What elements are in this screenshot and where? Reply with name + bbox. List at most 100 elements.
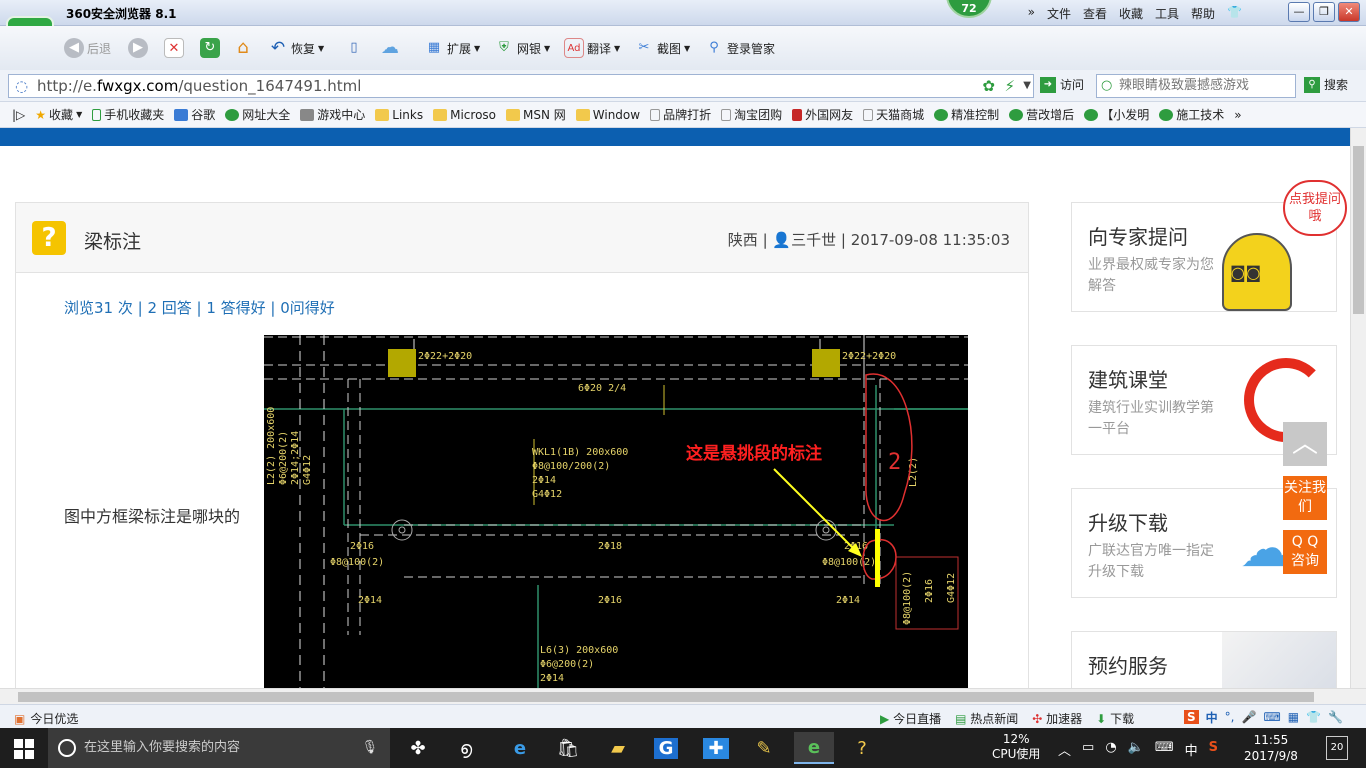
minimize-button[interactable]: — [1288,2,1310,22]
close-button[interactable]: ✕ [1338,2,1360,22]
taskbar-app-360browser[interactable]: e [794,732,834,764]
volume-icon[interactable]: 🔈 [1128,740,1144,759]
taskbar-app-fan[interactable]: ✤ [398,732,438,764]
refresh-button[interactable]: ↻ [200,36,220,60]
bookmark-folder[interactable]: MSN 网 [506,106,566,123]
skin-icon[interactable]: 👕 [1227,5,1242,22]
taskbar-app-swirl[interactable]: ൭ [446,732,486,764]
bookmark-item[interactable]: 游戏中心 [300,106,365,123]
bookmark-favorites[interactable]: ★ 收藏 ▼ [35,106,82,123]
security-score-badge[interactable]: 72 [946,0,992,18]
menu-tools[interactable]: 工具 [1155,5,1179,22]
taskbar-app-store[interactable]: 🛍 [548,732,588,764]
wrench-icon[interactable]: 🔧 [1328,710,1343,724]
bookmark-folder[interactable]: Links [375,108,423,122]
question-stats[interactable]: 浏览31 次 | 2 回答 | 1 答得好 | 0问得好 [64,297,335,318]
menu-file[interactable]: 文件 [1047,5,1071,22]
search-button[interactable]: ⚲ 搜索 [1304,76,1348,93]
system-clock[interactable]: 11:55 2017/9/8 [1244,732,1298,764]
taskbar-app-notes[interactable]: ✎ [744,732,784,764]
tray-expand-icon[interactable]: ︿ [1058,740,1071,759]
bookmark-folder[interactable]: Microso [433,108,496,122]
bookmarks-toggle-icon[interactable]: |▷ [12,108,25,122]
notification-center-button[interactable]: 20 [1326,736,1348,760]
microphone-icon[interactable]: 🎤 [1242,710,1257,724]
cad-label: Φ6@200(2) [278,431,289,485]
start-button[interactable] [14,739,34,759]
bookmark-item[interactable]: 【小发明 [1084,106,1149,123]
bookmark-item[interactable]: 天猫商城 [863,106,924,123]
microphone-icon[interactable]: 🎙 [361,728,378,768]
taskbar-app-glodon[interactable]: G [646,732,686,764]
menu-expand-icon[interactable]: » [1028,5,1035,22]
grid-icon[interactable]: ▦ [1288,710,1299,724]
menu-help[interactable]: 帮助 [1191,5,1215,22]
translate-button[interactable]: Ad 翻译 ▼ [564,36,620,60]
vertical-scroll-thumb[interactable] [1353,146,1364,314]
bookmark-folder[interactable]: Window [575,108,640,122]
horizontal-scroll-thumb[interactable] [18,692,1314,702]
url-dropdown-icon[interactable]: ▼ [1023,75,1031,97]
download-link[interactable]: ⬇ 下载 [1096,710,1134,727]
horizontal-scrollbar[interactable] [0,688,1366,704]
question-user[interactable]: 三千世 [791,231,836,249]
phone-button[interactable]: ▯ [344,36,364,60]
compatibility-icon[interactable]: ✿ [982,75,995,97]
keyboard-icon[interactable]: ⌨ [1155,740,1174,759]
bank-button[interactable]: ⛨ 网银 ▼ [494,36,550,60]
bookmark-item[interactable]: 网址大全 [225,106,290,123]
bookmark-item[interactable]: 手机收藏夹 [92,106,164,123]
bookmark-item[interactable]: 淘宝团购 [721,106,782,123]
cloud-button[interactable]: ☁ [380,36,400,60]
wifi-icon[interactable]: ◔ [1105,740,1116,759]
search-input[interactable]: ○ 辣眼睛极致震撼感游戏 [1096,74,1296,98]
accelerator-link[interactable]: ✣ 加速器 [1032,710,1082,727]
bookmark-item[interactable]: 营改增后 [1009,106,1074,123]
bookmarks-more-icon[interactable]: » [1234,108,1241,122]
taskbar-app-help[interactable]: ? [842,732,882,764]
bookmark-item[interactable]: 施工技术 [1159,106,1224,123]
shirt-icon[interactable]: 👕 [1306,710,1321,724]
keyboard-icon[interactable]: ⌨ [1263,710,1280,724]
punctuation-icon[interactable]: °, [1225,710,1235,724]
home-button[interactable]: ⌂ [233,36,253,60]
extend-button[interactable]: ▦ 扩展 ▼ [424,36,480,60]
back-button[interactable]: ◀ 后退 [64,36,111,60]
visit-button[interactable]: ➜ 访问 [1040,76,1084,93]
screenshot-button[interactable]: ✂ 截图 ▼ [634,36,691,60]
menu-favorites[interactable]: 收藏 [1119,5,1143,22]
hot-news-link[interactable]: ▤ 热点新闻 [955,710,1018,727]
appointment-card[interactable]: 预约服务 [1071,631,1337,688]
taskbar-app-plus[interactable]: ✚ [696,732,736,764]
stop-button[interactable]: ✕ [164,36,184,60]
speed-mode-icon[interactable]: ⚡ [1004,75,1015,97]
taskbar-search[interactable]: 在这里输入你要搜索的内容 🎙 [48,728,390,768]
follow-us-button[interactable]: 关注我们 [1283,476,1327,520]
ime-chinese-mode[interactable]: 中 [1206,709,1218,726]
bookmark-item[interactable]: 精准控制 [934,106,999,123]
qq-consult-button[interactable]: Q Q 咨询 [1283,530,1327,574]
today-live-link[interactable]: ▶ 今日直播 [880,710,941,727]
maximize-button[interactable]: ❐ [1313,2,1335,22]
url-input[interactable]: ◌ http://e.fwxgx.com/question_1647491.ht… [8,74,1034,98]
taskbar-app-explorer[interactable]: ▰ [598,732,638,764]
back-to-top-button[interactable]: ︿ [1283,422,1327,466]
today-picks[interactable]: ▣ 今日优选 [14,710,78,727]
forward-button[interactable]: ▶ [128,36,148,60]
battery-icon[interactable]: ▭ [1082,740,1094,759]
tray-ime[interactable]: 中 [1185,740,1198,759]
cpu-usage[interactable]: 12% CPU使用 [992,732,1040,762]
bookmark-item[interactable]: 外国网友 [792,106,853,123]
login-manager-button[interactable]: ⚲ 登录管家 [704,36,775,60]
question-card: ? 梁标注 陕西 | 👤三千世 | 2017-09-08 11:35:03 浏览… [15,202,1029,688]
home-icon: ⌂ [237,37,249,58]
bookmark-item[interactable]: 谷歌 [174,106,215,123]
ime-toolbar[interactable]: S 中 °, 🎤 ⌨ ▦ 👕 🔧 [1180,705,1344,729]
taskbar-app-edge[interactable]: e [500,732,540,764]
sogou-tray-icon[interactable]: S [1209,740,1218,759]
bookmark-item[interactable]: 品牌打折 [650,106,711,123]
restore-button[interactable]: ↶ 恢复 ▼ [268,36,324,60]
ask-bubble[interactable]: 点我提问哦 [1283,180,1347,236]
menu-view[interactable]: 查看 [1083,5,1107,22]
vertical-scrollbar[interactable] [1350,128,1366,688]
